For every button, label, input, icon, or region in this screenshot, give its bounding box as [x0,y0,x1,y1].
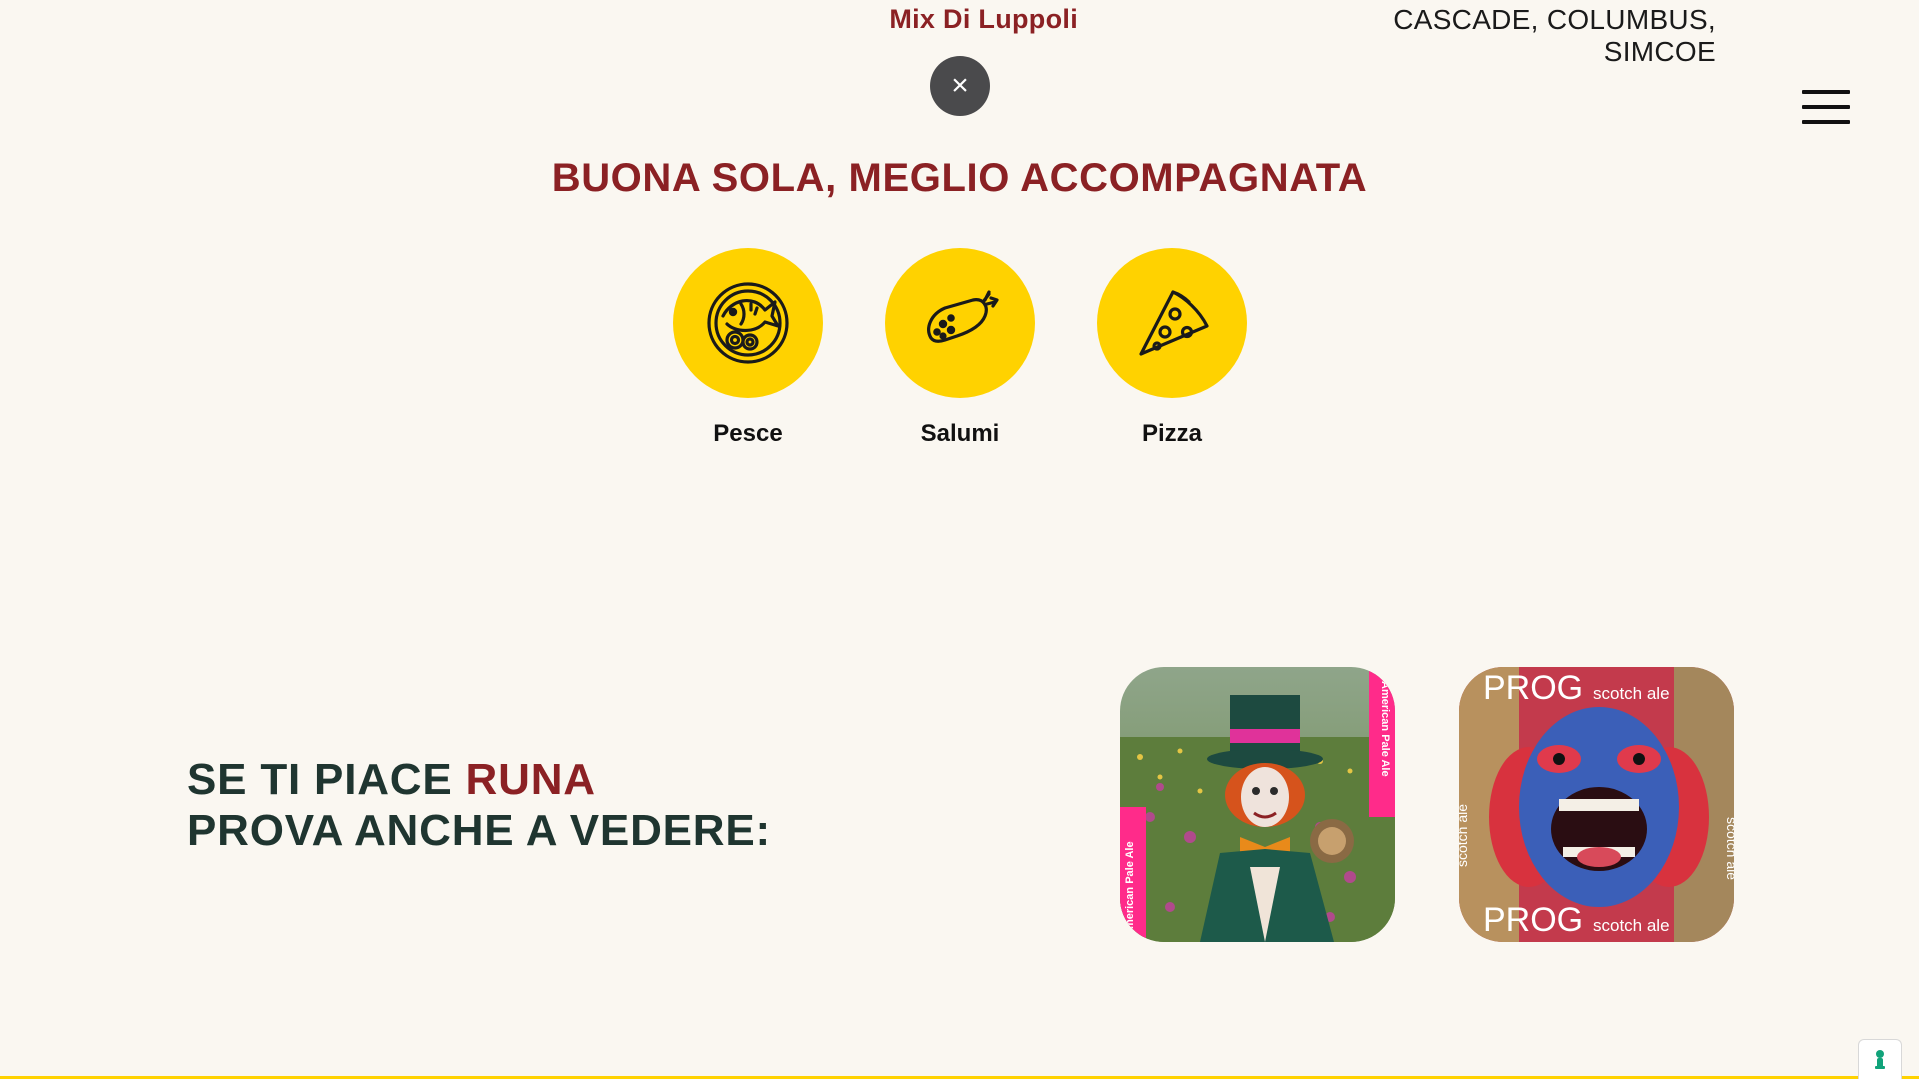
cookie-consent-icon [1875,1050,1885,1069]
pairing-circle [885,248,1035,398]
side-text: American Pale Ale [1379,681,1391,777]
suggestion-prefix: SE TI PIACE [187,755,466,804]
suggested-beer-card-1[interactable]: American Pale Ale American Pale Ale [1120,667,1395,942]
suggestion-line2: PROVA ANCHE A VEDERE: [187,806,771,855]
pairing-label: Pesce [713,420,783,447]
cookie-consent-button[interactable] [1858,1039,1902,1079]
suggested-beer-card-2[interactable]: PROG scotch ale PROG scotch ale scotch a… [1459,667,1734,942]
mad-hatter-beer-image: American Pale Ale American Pale Ale [1120,667,1395,942]
side-text: American Pale Ale [1124,841,1136,937]
pairing-item-pizza[interactable]: Pizza [1097,248,1247,448]
beer-detail-page: Mix Di Luppoli CASCADE, COLUMBUS, SIMCOE… [0,0,1919,1079]
hamburger-menu-icon[interactable] [1802,90,1850,124]
pairing-label: Pizza [1141,420,1203,447]
prog-style-right: scotch ale [1724,817,1734,880]
suggestion-heading: SE TI PIACE RUNA PROVA ANCHE A VEDERE: [187,754,887,856]
close-icon: × [951,69,969,102]
pizza-slice-icon [1139,290,1209,356]
prog-style-top: scotch ale [1593,684,1670,703]
pairing-circle [1097,248,1247,398]
close-button[interactable]: × [930,56,990,116]
salami-icon [927,290,999,343]
pairing-title: BUONA SOLA, MEGLIO ACCOMPAGNATA [551,156,1368,200]
pairing-item-salumi[interactable]: Salumi [885,248,1035,448]
hops-mix-label: Mix Di Luppoli [889,4,1078,34]
prog-brand-bottom: PROG [1483,901,1583,939]
prog-style-left: scotch ale [1459,804,1470,867]
prog-scotch-ale-image: PROG scotch ale PROG scotch ale scotch a… [1459,667,1734,942]
fish-plate-icon [707,282,789,364]
pairing-label: Salumi [920,420,1000,447]
hops-mix-value: CASCADE, COLUMBUS, SIMCOE [1393,4,1716,67]
pairing-circle [673,248,823,398]
prog-brand-top: PROG [1483,669,1583,707]
prog-style-bottom: scotch ale [1593,916,1670,935]
suggestion-beer-name: RUNA [465,755,596,804]
pairing-item-pesce[interactable]: Pesce [673,248,823,448]
